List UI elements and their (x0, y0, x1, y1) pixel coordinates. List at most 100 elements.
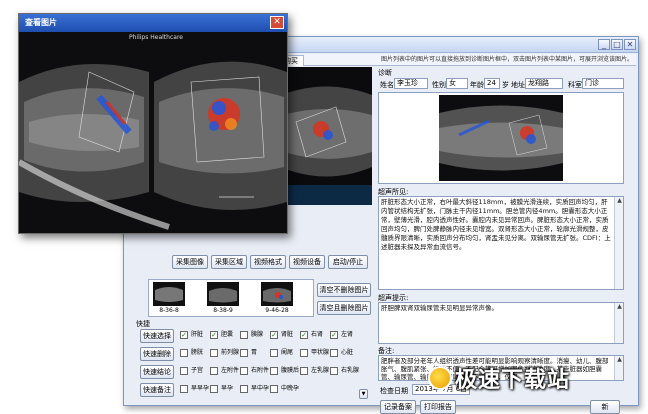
conclusion-textarea[interactable]: 肝胆脾双肾双输尿管未见明显异常声像。 ▲ (378, 302, 624, 344)
check-date-label: 检查日期 (380, 387, 408, 395)
organ-checkbox-label: 左乳腺 (311, 367, 330, 374)
organ-checkbox[interactable] (180, 367, 188, 375)
clear-keep-images-button[interactable]: 清空不删除图片 (317, 283, 371, 297)
organ-checkbox[interactable]: ✓ (270, 331, 278, 339)
clear-delete-images-button[interactable]: 清空且删除图片 (317, 301, 371, 315)
scroll-up-icon[interactable]: ▲ (615, 303, 623, 311)
organ-checkbox-label: 腹膜后 (281, 367, 300, 374)
dialog-ultrasound-image[interactable] (19, 42, 287, 233)
age-unit: 岁 (502, 81, 509, 89)
address-field[interactable]: 龙翔路 (525, 78, 563, 89)
hint-text: 图片列表中的图片可以直接拖放到诊断图片框中，双击图片列表中某图片，可展开浏览该图… (380, 56, 633, 63)
tab-bar: 购买 图片列表中的图片可以直接拖放到诊断图片框中，双击图片列表中某图片，可展开浏… (276, 54, 636, 66)
organ-checkbox[interactable] (180, 349, 188, 357)
dialog-title: 查看图片 (25, 18, 57, 27)
conclusion-scrollbar[interactable]: ▲ (614, 303, 623, 343)
maximize-button[interactable]: □ (611, 39, 623, 50)
organ-checkbox-label: 前列腺 (221, 349, 240, 356)
thumbnail-list: 8-36-8 8-38-9 9-46-28 (148, 279, 314, 317)
organ-checkbox[interactable] (210, 385, 218, 393)
organ-checkbox-label: 右附件 (251, 367, 270, 374)
dept-label: 科室 (568, 81, 582, 89)
name-label: 姓名 (380, 81, 394, 89)
dialog-close-button[interactable]: ✕ (270, 16, 284, 29)
organ-checkbox[interactable] (270, 385, 278, 393)
name-field[interactable]: 李玉珍 (394, 78, 428, 89)
organ-checkbox[interactable]: ✓ (180, 331, 188, 339)
quick-delete-button[interactable]: 快速删除 (140, 347, 174, 361)
organ-checkbox-label: 阑尾 (281, 349, 294, 356)
new-button[interactable]: 新 (590, 400, 620, 414)
organ-checkbox[interactable]: ✓ (210, 331, 218, 339)
quick-panel-title: 快捷 (136, 320, 150, 328)
record-archive-button[interactable]: 记录备案 (380, 400, 416, 414)
remarks-scrollbar[interactable]: ▲ (614, 356, 623, 380)
diagnosis-image-frame (378, 92, 624, 184)
organ-checkbox[interactable] (210, 349, 218, 357)
dept-value: 门诊 (585, 79, 599, 87)
findings-text: 肝脏形态大小正常，右叶最大斜径118mm，被膜光滑连续，实质回声均匀，肝内管状结… (381, 198, 611, 251)
diagnosis-section-title: 诊断 (378, 69, 392, 77)
quick-conclusion-button[interactable]: 快速结论 (140, 365, 174, 379)
organ-checkbox-label: 左附件 (221, 367, 240, 374)
organ-checkbox[interactable] (270, 367, 278, 375)
organ-checkbox[interactable] (180, 385, 188, 393)
organ-checkbox[interactable] (240, 367, 248, 375)
organ-checkbox-label: 胆囊 (221, 331, 234, 338)
organ-checkbox-label: 子宫 (191, 367, 204, 374)
capture-region-button[interactable]: 采集区域 (211, 255, 247, 269)
findings-textarea[interactable]: 肝脏形态大小正常，右叶最大斜径118mm，被膜光滑连续，实质回声均匀，肝内管状结… (378, 196, 624, 290)
thumbnail-caption: 9-46-28 (265, 307, 289, 314)
organ-checkbox-label: 左肾 (341, 331, 354, 338)
organ-checkbox-label: 肾脏 (281, 331, 294, 338)
organ-checkbox-grid: ✓ 肝脏 ✓ 胆囊 胰腺 ✓ 肾脏 ✓ 右肾 ✓ 左肾 膀胱 前列腺胃阑尾 甲状腺 心脏 子宫 左附件 右附件 腹膜… (180, 329, 370, 403)
organ-checkbox-label: 右乳腺 (341, 367, 360, 374)
scroll-up-icon[interactable]: ▲ (615, 197, 623, 205)
organ-checkbox[interactable] (330, 349, 338, 357)
sex-field[interactable]: 女 (446, 78, 468, 89)
organ-checkbox[interactable] (240, 385, 248, 393)
capture-image-button[interactable]: 采集图像 (172, 255, 208, 269)
organ-checkbox[interactable] (300, 367, 308, 375)
live-ultrasound-image (276, 67, 372, 205)
conclusion-text: 肝胆脾双肾双输尿管未见明显异常声像。 (381, 304, 498, 312)
scroll-up-icon[interactable]: ▲ (615, 356, 623, 364)
minimize-button[interactable]: _ (598, 39, 610, 50)
organ-checkbox[interactable] (330, 367, 338, 375)
organ-checkbox[interactable] (240, 331, 248, 339)
quick-panel-scroll-down[interactable]: ▼ (359, 389, 368, 399)
organ-checkbox[interactable] (300, 349, 308, 357)
organ-checkbox[interactable]: ✓ (300, 331, 308, 339)
quick-remark-button[interactable]: 快速备注 (140, 383, 174, 397)
organ-checkbox-label: 肝脏 (191, 331, 204, 338)
quick-panel: 快捷 快速选择 快速删除 快速结论 快速备注 ✓ 肝脏 ✓ 胆囊 胰腺 ✓ 肾脏 ✓ 右肾 ✓ 左肾… (134, 319, 369, 403)
live-capture-view (276, 67, 372, 205)
organ-checkbox-label: 早中孕 (251, 385, 270, 392)
ultrasound-brand-text: Philips Healthcare (129, 34, 183, 41)
dialog-title-bar: 查看图片 ✕ (19, 14, 287, 32)
organ-checkbox[interactable]: ✓ (330, 331, 338, 339)
organ-checkbox[interactable] (210, 367, 218, 375)
organ-checkbox[interactable] (270, 349, 278, 357)
dept-select[interactable]: 门诊 (582, 78, 624, 89)
diagnosis-ultrasound-image[interactable] (379, 93, 623, 183)
thumbnail-image[interactable] (261, 282, 293, 306)
organ-checkbox-label: 心脏 (341, 349, 354, 356)
video-format-button[interactable]: 视频格式 (250, 255, 286, 269)
organ-checkbox-label: 胃 (251, 349, 258, 356)
watermark: 极速下载站 (455, 368, 571, 393)
video-device-button[interactable]: 视频设备 (289, 255, 325, 269)
start-stop-button[interactable]: 启动/停止 (328, 255, 368, 269)
thumbnail-image[interactable] (207, 282, 239, 306)
thumbnail-image[interactable] (153, 282, 185, 306)
close-button[interactable]: ✕ (624, 39, 636, 50)
age-field[interactable]: 24 (484, 78, 500, 89)
organ-checkbox-label: 胰腺 (251, 331, 264, 338)
organ-checkbox[interactable] (240, 349, 248, 357)
findings-scrollbar[interactable]: ▲ (614, 197, 623, 289)
print-report-button[interactable]: 打印报告 (420, 400, 456, 414)
organ-checkbox-label: 膀胱 (191, 349, 204, 356)
organ-checkbox-label: 中晚孕 (281, 385, 300, 392)
quick-select-button[interactable]: 快速选择 (140, 329, 174, 343)
age-label: 年龄 (470, 81, 484, 89)
